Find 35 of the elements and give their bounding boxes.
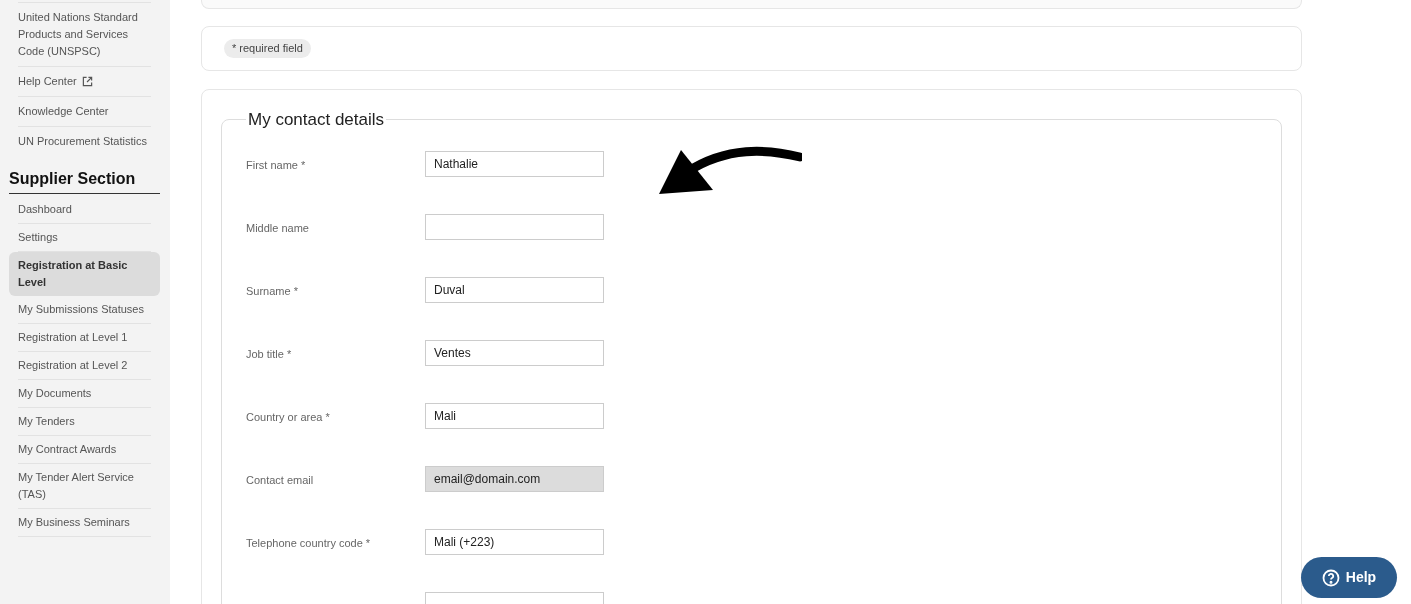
input-field[interactable]: Duval — [425, 276, 604, 303]
input-field[interactable]: Nathalie — [425, 150, 604, 177]
field-label: Middle name — [246, 221, 309, 234]
field-label: Job title * — [246, 347, 292, 360]
sidebar-link[interactable]: Help Center — [18, 73, 151, 90]
sidebar-item[interactable]: My Contract Awards — [18, 436, 151, 463]
sidebar-item[interactable]: My Tenders — [18, 408, 151, 435]
sidebar-item[interactable]: My Business Seminars — [18, 509, 151, 536]
sidebar-link[interactable]: UN Procurement Statistics — [18, 133, 151, 150]
sidebar-item[interactable]: Settings — [18, 224, 151, 251]
field-label: Contact email — [246, 473, 314, 486]
external-link-icon — [81, 76, 93, 87]
field-label: Telephone country code * — [246, 536, 371, 549]
sidebar-item[interactable]: Dashboard — [18, 196, 151, 223]
input-field[interactable] — [425, 213, 604, 240]
sidebar-link[interactable]: Knowledge Center — [18, 103, 151, 120]
input-field[interactable]: Ventes — [425, 339, 604, 366]
sidebar-item[interactable]: My Submissions Statuses — [18, 296, 151, 323]
field-label: Surname * — [246, 284, 298, 297]
input-field: email@domain.com — [425, 465, 604, 492]
input-field[interactable]: Mali (+223) — [425, 528, 604, 555]
field-label: Country or area * — [246, 410, 330, 423]
section-heading: My contact details — [247, 109, 386, 131]
sidebar-item[interactable]: Registration at Level 2 — [18, 352, 151, 379]
sidebar-item[interactable]: My Tender Alert Service (TAS) — [18, 464, 151, 508]
sidebar-item[interactable]: Registration at Basic Level — [9, 252, 160, 296]
field-label: First name * — [246, 158, 306, 171]
input-field[interactable]: Mali — [425, 402, 604, 429]
sidebar-item[interactable]: My Documents — [18, 380, 151, 407]
sidebar-link[interactable]: United Nations Standard Products and Services Code (UNSPSC) — [18, 9, 151, 60]
help-icon — [1321, 568, 1340, 587]
sidebar-item[interactable]: Registration at Level 1 — [18, 324, 151, 351]
required-note: * required field — [224, 39, 311, 58]
help-button[interactable]: Help — [1301, 557, 1397, 598]
section-title: Supplier Section — [9, 167, 160, 194]
